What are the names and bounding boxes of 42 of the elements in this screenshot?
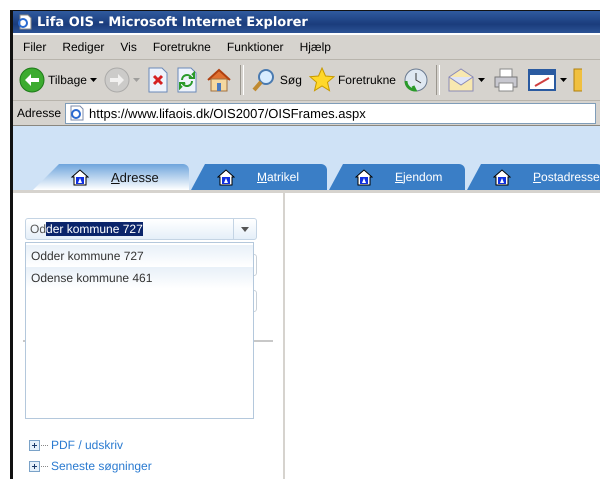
menu-item[interactable]: Foretrukne [144,38,219,56]
tab[interactable]: Adresse [33,164,189,190]
caret-icon[interactable] [478,78,485,82]
caret-icon[interactable] [560,78,567,82]
window-title: Lifa OIS - Microsoft Internet Explorer [37,14,308,30]
caret-icon[interactable] [90,78,97,82]
printer-icon[interactable] [492,67,520,93]
toolbar-label[interactable]: Foretrukne [338,73,396,87]
dropdown-option[interactable]: Odense kommune 461 [26,267,253,289]
menu-item[interactable]: Hjælp [292,38,339,56]
expand-icon[interactable] [29,440,49,450]
tab[interactable]: Postadresse [467,164,600,190]
browser-page-icon [69,105,86,121]
house-icon [217,168,235,186]
house-icon [71,168,89,186]
tree-item[interactable]: PDF / udskriv [51,438,124,452]
menu-item[interactable]: Funktioner [218,38,292,56]
tab[interactable]: Matrikel [191,164,327,190]
tab[interactable]: Ejendom [329,164,465,190]
address-label: Adresse [17,106,62,120]
dropdown-arrow-icon[interactable] [241,226,249,232]
address-field[interactable]: https://www.lifaois.dk/OIS2007/OISFrames.aspx [65,102,596,124]
refresh-icon[interactable] [176,67,198,93]
house-icon [493,168,511,186]
menu-item[interactable]: Rediger [54,38,112,56]
edit-page-icon[interactable] [526,67,557,93]
dropdown-option[interactable]: Odder kommune 727 [26,245,253,267]
toolbar-label[interactable]: Søg [280,73,302,87]
expand-icon[interactable] [29,460,49,472]
menu-item[interactable]: Vis [112,38,145,56]
toolbar-label[interactable]: Tilbage [48,73,87,87]
browser-page-icon [17,14,33,30]
house-icon[interactable] [204,67,233,93]
menu-item[interactable]: Filer [15,38,54,56]
toolbar-icon[interactable] [572,67,582,93]
search-icon[interactable] [250,67,277,93]
municipality-combobox[interactable]: Odder kommune 727 [25,218,257,240]
clock-icon[interactable] [402,67,429,93]
star-icon[interactable] [308,67,335,93]
tree-item[interactable]: Seneste søgninger [51,459,152,473]
stop-icon[interactable] [146,67,169,93]
house-icon [355,168,373,186]
